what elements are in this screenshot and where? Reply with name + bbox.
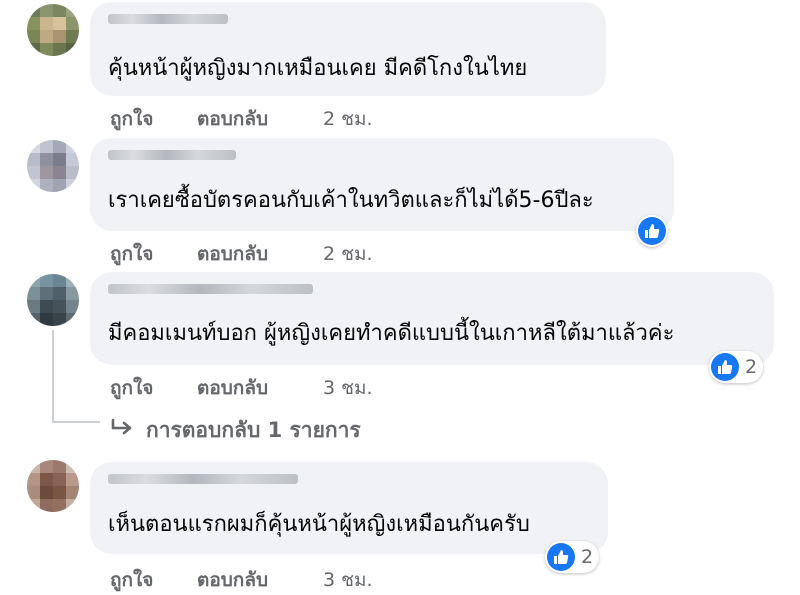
like-reaction-icon [547,543,575,571]
thread-connector [52,330,54,422]
thread-connector [52,421,100,423]
like-reaction-icon [711,353,739,381]
reply-link[interactable]: ตอบกลับ [197,239,268,269]
timestamp[interactable]: 2 ชม. [323,104,373,134]
avatar[interactable] [27,140,79,192]
timestamp[interactable]: 3 ชม. [323,373,373,403]
comment-bubble: เห็นตอนแรกผมก็คุ้นหน้าผู้หญิงเหมือนกันคร… [90,462,608,554]
comment-text: เห็นตอนแรกผมก็คุ้นหน้าผู้หญิงเหมือนกันคร… [108,512,530,537]
avatar[interactable] [27,4,79,56]
reaction-count: 2 [745,356,758,378]
author-name-blurred[interactable] [108,150,236,160]
reaction-summary[interactable]: 2 [545,541,600,573]
reply-link[interactable]: ตอบกลับ [197,104,268,134]
comment-text: มีคอมเมนท์บอก ผู้หญิงเคยทำคดีแบบนี้ในเกา… [108,321,675,346]
reaction-summary[interactable]: 2 [709,351,764,383]
comment-text: คุ้นหน้าผู้หญิงมากเหมือนเคย มีคดีโกงในไท… [108,56,528,81]
comment-text: เราเคยซื้อบัตรคอนกับเค้าในทวิตและก็ไม่ได… [108,188,594,213]
view-replies-link[interactable]: การตอบกลับ 1 รายการ [110,414,361,447]
like-reaction-icon [638,217,666,245]
reply-arrow-icon [110,418,136,443]
reply-link[interactable]: ตอบกลับ [197,565,268,595]
avatar[interactable] [27,274,79,326]
comment-bubble: มีคอมเมนท์บอก ผู้หญิงเคยทำคดีแบบนี้ในเกา… [90,272,774,365]
timestamp[interactable]: 2 ชม. [323,239,373,269]
author-name-blurred[interactable] [108,284,313,294]
reaction-summary[interactable] [636,215,668,247]
comment-bubble: เราเคยซื้อบัตรคอนกับเค้าในทวิตและก็ไม่ได… [90,138,674,231]
reaction-count: 2 [581,546,594,568]
author-name-blurred[interactable] [108,474,298,484]
reply-link[interactable]: ตอบกลับ [197,373,268,403]
author-name-blurred[interactable] [108,14,228,24]
like-link[interactable]: ถูกใจ [110,373,153,403]
like-link[interactable]: ถูกใจ [110,565,153,595]
avatar[interactable] [27,460,79,512]
view-replies-label: การตอบกลับ 1 รายการ [146,418,361,442]
like-link[interactable]: ถูกใจ [110,239,153,269]
like-link[interactable]: ถูกใจ [110,104,153,134]
comment-bubble: คุ้นหน้าผู้หญิงมากเหมือนเคย มีคดีโกงในไท… [90,2,606,96]
timestamp[interactable]: 3 ชม. [323,565,373,595]
